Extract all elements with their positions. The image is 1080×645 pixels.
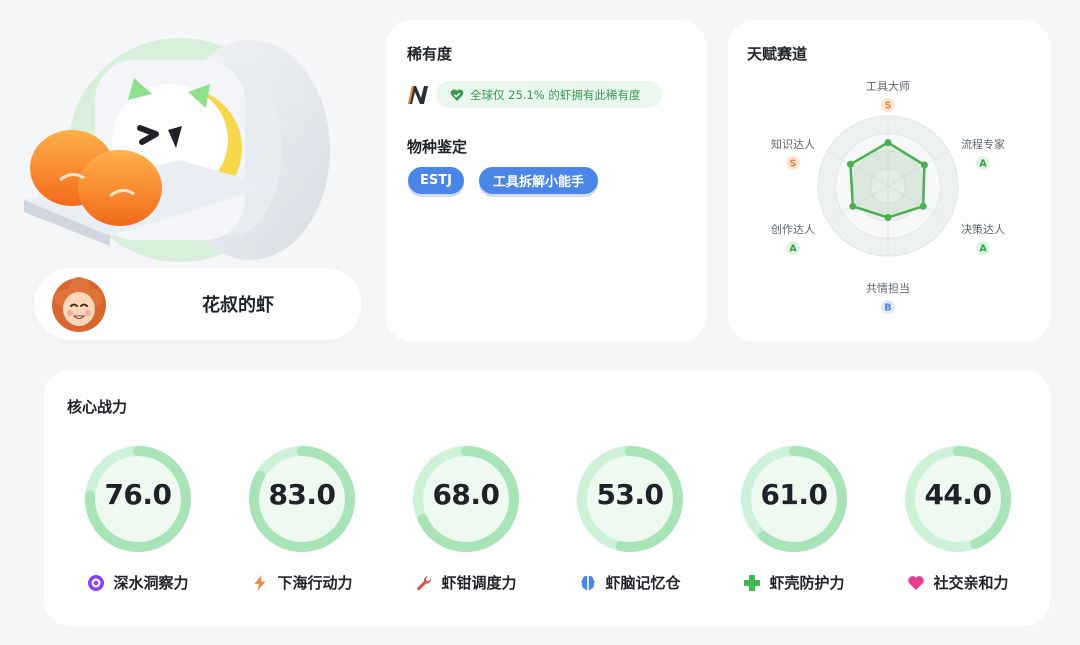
radar-point (884, 214, 892, 221)
core-title: 核心战力 (67, 398, 128, 416)
rarity-card: 稀有度 全球仅 25.1% 的虾拥有此稀有度 物种鉴定 ESTJ 工具拆解小能手 (386, 20, 706, 342)
radar-axis-label: 流程专家 (961, 137, 1005, 151)
radar-point (849, 202, 857, 210)
radar-axis-label: 工具大师 (866, 79, 910, 93)
stat-label: 深水洞察力 (113, 574, 189, 592)
stat-value: 61.0 (760, 478, 828, 511)
rarity-title: 稀有度 (407, 45, 453, 63)
species-title: 物种鉴定 (407, 138, 468, 156)
radar-point (884, 139, 892, 147)
stat-4: 61.0 虾壳防护力 (724, 444, 864, 604)
radar-axis-2: 决策达人 A (961, 222, 1005, 255)
radar-axis-label: 决策达人 (961, 222, 1005, 236)
rarity-grade-logo (408, 86, 428, 104)
stat-0: 76.0 深水洞察力 (68, 444, 208, 604)
radar-axis-1: 流程专家 A (961, 137, 1005, 170)
rarity-badge: 全球仅 25.1% 的虾拥有此稀有度 (436, 81, 662, 108)
radar-axis-0: 工具大师 S (866, 79, 910, 112)
heart-check-icon (450, 88, 464, 101)
radar-point (920, 161, 928, 169)
stat-1: 83.0 下海行动力 (232, 444, 372, 604)
tag-mbti[interactable]: ESTJ (408, 167, 464, 194)
stat-label-row: 下海行动力 (232, 572, 372, 593)
radar-grade-label: B (884, 303, 891, 314)
avatar[interactable] (50, 276, 108, 334)
talent-radar-chart: 工具大师 S 流程专家 A 决策达人 A 共情担当 B 创作达人 A 知识达人 S (771, 79, 1005, 314)
stat-3: 53.0 虾脑记忆仓 (560, 444, 700, 604)
stat-value: 83.0 (268, 478, 336, 511)
radar-axis-label: 共情担当 (866, 281, 910, 295)
radar-axis-label: 知识达人 (771, 137, 815, 151)
stat-label: 虾壳防护力 (769, 574, 845, 592)
stat-value: 44.0 (924, 478, 992, 511)
radar-grade-label: A (979, 244, 987, 255)
stat-label-row: 深水洞察力 (68, 572, 208, 593)
radar-axis-5: 知识达人 S (771, 137, 815, 170)
profile-name: 花叔的虾 (202, 295, 274, 316)
stat-label: 虾钳调度力 (441, 574, 517, 592)
stat-2: 68.0 虾钳调度力 (396, 444, 536, 604)
radar-axis-label: 创作达人 (771, 223, 815, 236)
radar-grade-label: S (885, 101, 892, 112)
stat-label-row: 社交亲和力 (888, 572, 1028, 593)
stat-5: 44.0 社交亲和力 (888, 444, 1028, 604)
stat-value: 76.0 (104, 478, 172, 511)
heart-icon (907, 574, 925, 592)
stat-label: 下海行动力 (277, 574, 353, 592)
radar-grade-label: S (790, 159, 797, 170)
stat-label: 虾脑记忆仓 (605, 574, 681, 592)
radar-grade-label: A (789, 244, 797, 255)
radar-axis-3: 共情担当 B (866, 281, 910, 314)
tag-species[interactable]: 工具拆解小能手 (479, 167, 598, 194)
radar-grade-label: A (979, 159, 987, 170)
profile-card: 花叔的虾 (34, 268, 362, 340)
rarity-badge-text: 全球仅 25.1% 的虾拥有此稀有度 (470, 87, 641, 102)
talent-card: 天赋赛道 工具大师 S 流程专家 A 决策达人 A 共情担当 B 创作达人 A 知识达人 S (728, 20, 1050, 342)
brain-icon (579, 574, 597, 592)
shield-plus-icon (743, 574, 761, 592)
radar-point (846, 160, 854, 168)
stat-label: 社交亲和力 (933, 574, 1009, 592)
radar-point (919, 202, 927, 210)
stat-value: 68.0 (432, 478, 500, 511)
radar-axis-4: 创作达人 A (771, 223, 815, 255)
stat-label-row: 虾钳调度力 (396, 572, 536, 593)
stat-label-row: 虾壳防护力 (724, 572, 864, 593)
stat-value: 53.0 (596, 478, 664, 511)
wrench-icon (415, 574, 433, 592)
core-power-card: 核心战力 76.0 深水洞察力 83.0 下海行动力 68.0 虾钳调度力 53.0 虾脑记忆… (44, 370, 1050, 626)
lightning-icon (251, 574, 269, 592)
eye-icon (87, 574, 105, 592)
stat-label-row: 虾脑记忆仓 (560, 572, 700, 593)
